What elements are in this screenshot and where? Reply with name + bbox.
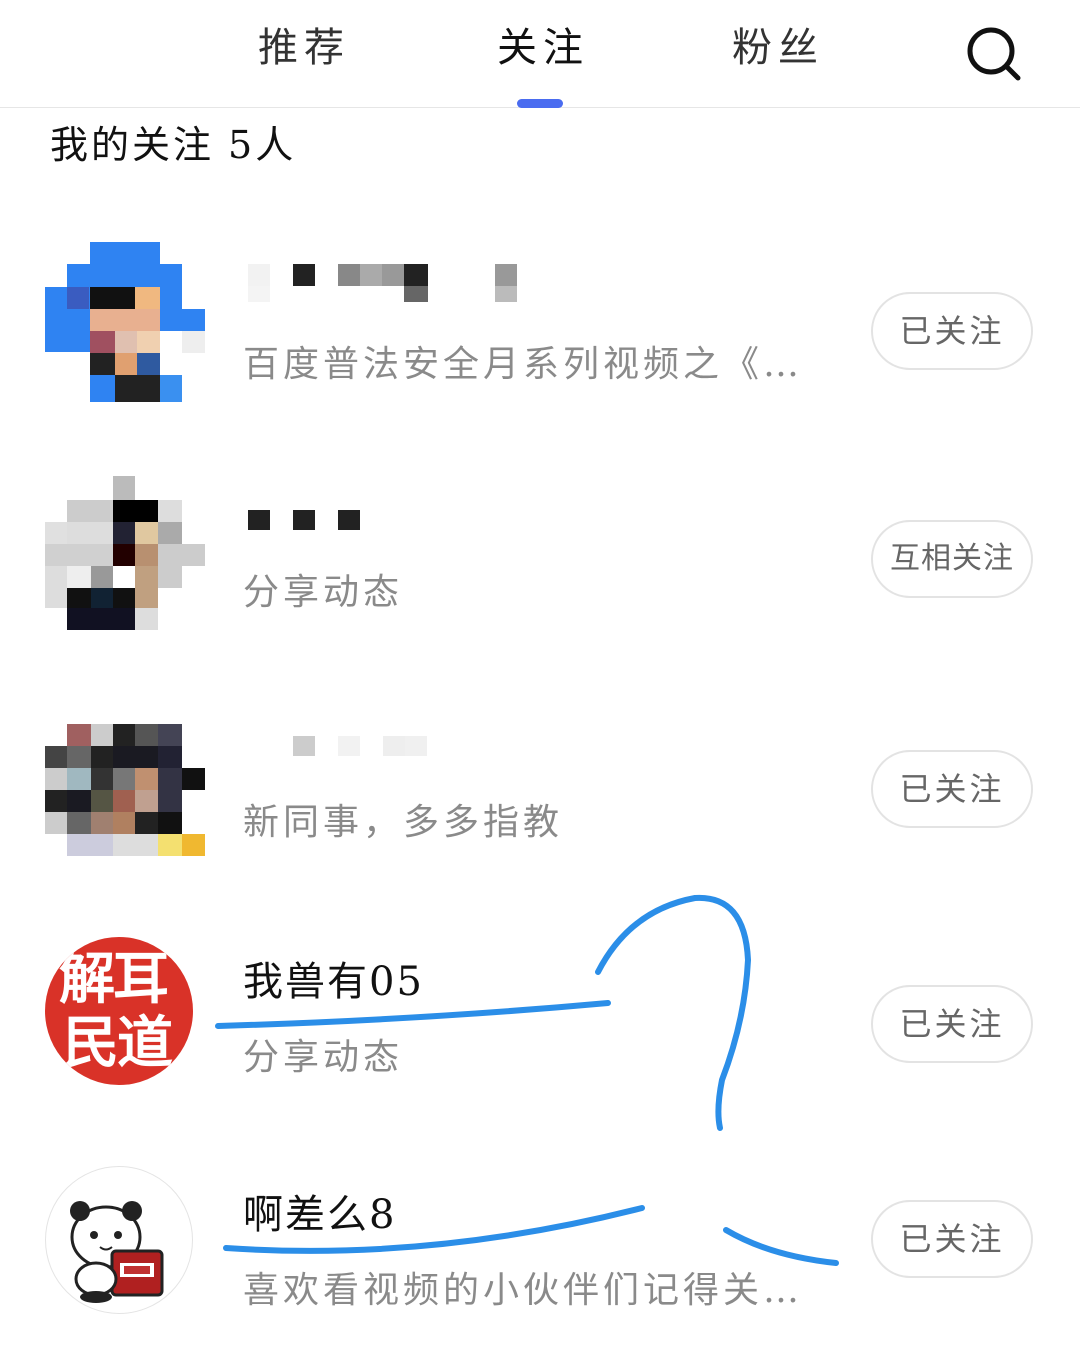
user-description: 百度普法安全月系列视频之《… [243,344,804,385]
active-tab-indicator [517,99,563,108]
panda-sticker-icon [70,1201,164,1303]
user-name-redacted [248,264,517,302]
search-button[interactable] [962,22,1026,86]
following-button[interactable]: 已关注 [871,1200,1033,1278]
following-button[interactable]: 已关注 [871,292,1033,370]
search-icon [967,27,1021,81]
tab-follow[interactable]: 关注 [497,20,589,76]
top-tab-bar: 推荐 关注 粉丝 [0,0,1080,108]
user-description: 新同事，多多指教 [243,802,564,843]
avatar-text-line-2: 民道 [63,1010,173,1076]
avatar-text-line-1: 解耳 [59,946,169,1012]
list-item[interactable]: 新同事，多多指教 已关注 [0,690,1080,890]
list-item[interactable]: 啊差么8 喜欢看视频的小伙伴们记得关… 已关注 [0,1158,1080,1358]
user-name-redacted [248,510,360,530]
scribble-annotation [215,894,839,1266]
avatar[interactable] [45,242,205,402]
user-name-redacted [293,736,427,756]
avatar[interactable]: 解耳 民道 [45,937,193,1085]
follow-count: 5人 [228,123,297,167]
avatar[interactable] [45,700,205,860]
user-description: 分享动态 [243,1037,404,1078]
list-item[interactable]: 百度普法安全月系列视频之《… 已关注 [0,232,1080,432]
section-title-text: 我的关注 [50,123,215,167]
list-item[interactable]: 解耳 民道 我兽有05 分享动态 已关注 [0,925,1080,1125]
user-description: 喜欢看视频的小伙伴们记得关… [243,1270,804,1311]
tab-fans[interactable]: 粉丝 [732,20,824,76]
avatar[interactable] [45,470,205,630]
section-title: 我的关注 5人 [50,118,296,172]
following-button[interactable]: 已关注 [871,985,1033,1063]
user-description: 分享动态 [243,572,404,613]
mutual-follow-button[interactable]: 互相关注 [871,520,1033,598]
list-item[interactable]: 分享动态 互相关注 [0,460,1080,660]
user-name[interactable]: 啊差么8 [243,1188,396,1242]
tab-recommend[interactable]: 推荐 [258,20,350,76]
following-button[interactable]: 已关注 [871,750,1033,828]
avatar[interactable] [45,1166,193,1314]
user-name[interactable]: 我兽有05 [243,955,424,1009]
